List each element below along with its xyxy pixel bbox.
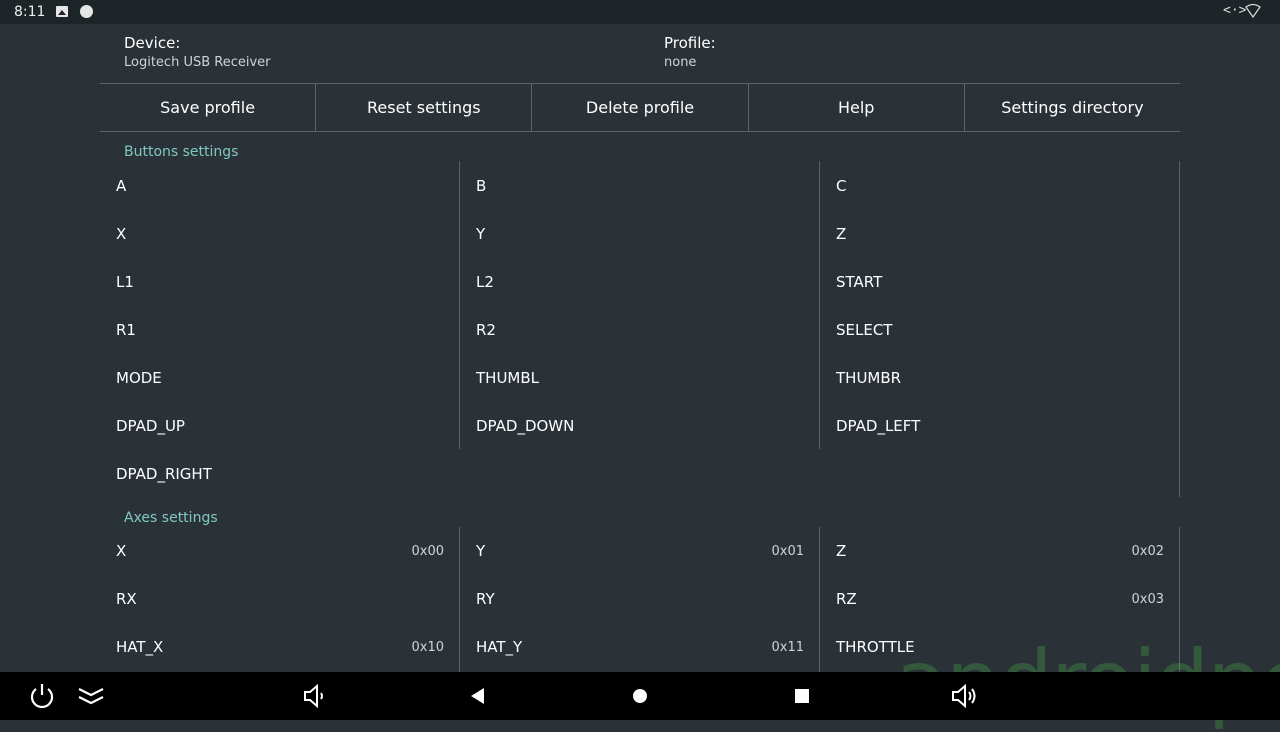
axis-setting-hat-x[interactable]: HAT_X (116, 638, 163, 656)
axis-setting-rz[interactable]: RZ (836, 590, 857, 608)
collapse-icon[interactable] (74, 672, 108, 720)
button-setting-dpad-left[interactable]: DPAD_LEFT (836, 417, 920, 435)
status-bar: 8:11 <·> (0, 0, 1280, 24)
back-icon[interactable] (462, 672, 494, 720)
column-divider (459, 161, 460, 449)
wifi-icon (1245, 4, 1261, 18)
divider (100, 131, 1180, 132)
button-setting-z[interactable]: Z (836, 225, 846, 243)
help-button[interactable]: Help (749, 84, 965, 131)
axis-code: 0x00 (411, 544, 444, 559)
axes-settings-title: Axes settings (124, 510, 218, 526)
axis-code: 0x03 (1131, 592, 1164, 607)
axis-code: 0x10 (411, 640, 444, 655)
button-setting-start[interactable]: START (836, 273, 882, 291)
settings-directory-button[interactable]: Settings directory (965, 84, 1180, 131)
axis-setting-y[interactable]: Y (476, 542, 485, 560)
column-divider (1179, 161, 1180, 497)
column-divider (1179, 527, 1180, 672)
column-divider (819, 161, 820, 449)
column-divider (819, 527, 820, 672)
button-setting-dpad-down[interactable]: DPAD_DOWN (476, 417, 574, 435)
button-setting-l2[interactable]: L2 (476, 273, 494, 291)
app-notification-icon (80, 5, 93, 18)
buttons-settings-title: Buttons settings (124, 144, 239, 160)
status-time: 8:11 (14, 4, 46, 20)
axis-code: 0x02 (1131, 544, 1164, 559)
button-setting-thumbr[interactable]: THUMBR (836, 369, 901, 387)
button-setting-a[interactable]: A (116, 177, 126, 195)
button-setting-b[interactable]: B (476, 177, 486, 195)
profile-value: none (664, 55, 697, 70)
axis-setting-ry[interactable]: RY (476, 590, 495, 608)
button-setting-dpad-right[interactable]: DPAD_RIGHT (116, 465, 212, 483)
profile-label: Profile: (664, 34, 716, 52)
button-setting-thumbl[interactable]: THUMBL (476, 369, 539, 387)
axis-setting-hat-y[interactable]: HAT_Y (476, 638, 522, 656)
button-setting-mode[interactable]: MODE (116, 369, 162, 387)
volume-down-icon[interactable] (298, 672, 330, 720)
power-icon[interactable] (24, 672, 60, 720)
code-icon: <·> (1223, 3, 1247, 18)
axis-setting-z[interactable]: Z (836, 542, 846, 560)
button-setting-c[interactable]: C (836, 177, 846, 195)
button-setting-x[interactable]: X (116, 225, 126, 243)
device-label: Device: (124, 34, 181, 52)
button-setting-select[interactable]: SELECT (836, 321, 892, 339)
button-setting-l1[interactable]: L1 (116, 273, 134, 291)
button-setting-r1[interactable]: R1 (116, 321, 136, 339)
save-profile-button[interactable]: Save profile (100, 84, 317, 131)
axis-setting-rx[interactable]: RX (116, 590, 137, 608)
navigation-bar (0, 672, 1280, 720)
reset-settings-button[interactable]: Reset settings (316, 84, 533, 131)
toolbar: Save profile Reset settings Delete profi… (100, 84, 1180, 131)
axis-code: 0x01 (771, 544, 804, 559)
image-notification-icon (56, 6, 68, 17)
axis-code: 0x11 (771, 640, 804, 655)
home-icon[interactable] (624, 672, 656, 720)
axis-setting-x[interactable]: X (116, 542, 126, 560)
recents-icon[interactable] (786, 672, 818, 720)
volume-up-icon[interactable] (946, 672, 982, 720)
button-setting-y[interactable]: Y (476, 225, 485, 243)
device-value: Logitech USB Receiver (124, 55, 271, 70)
button-setting-dpad-up[interactable]: DPAD_UP (116, 417, 185, 435)
button-setting-r2[interactable]: R2 (476, 321, 496, 339)
axis-setting-throttle[interactable]: THROTTLE (836, 638, 915, 656)
column-divider (459, 527, 460, 672)
delete-profile-button[interactable]: Delete profile (532, 84, 749, 131)
